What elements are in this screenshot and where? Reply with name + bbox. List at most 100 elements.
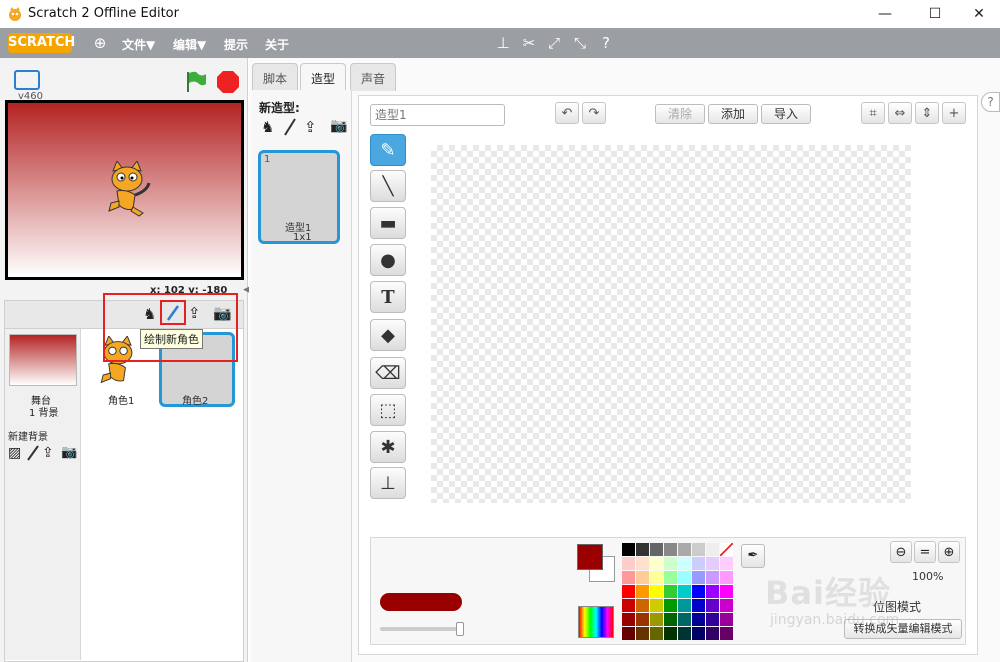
color-swatch[interactable]	[720, 571, 733, 584]
color-swatch[interactable]	[664, 543, 677, 556]
text-tool[interactable]: T	[370, 281, 406, 313]
flip-horizontal-icon[interactable]: ⇔	[888, 102, 912, 124]
color-swatch[interactable]	[678, 543, 691, 556]
shrink-icon[interactable]: ⤡	[571, 34, 589, 52]
color-swatch[interactable]	[692, 543, 705, 556]
color-swatch[interactable]	[678, 571, 691, 584]
color-swatch[interactable]	[678, 585, 691, 598]
import-button[interactable]: 导入	[761, 104, 811, 124]
fullscreen-icon[interactable]	[14, 70, 40, 90]
help-icon[interactable]: ?	[597, 34, 615, 52]
color-swatch[interactable]	[650, 613, 663, 626]
color-swatch[interactable]	[636, 599, 649, 612]
stage-thumbnail[interactable]	[9, 334, 77, 386]
color-swatch[interactable]	[664, 571, 677, 584]
zoom-out-icon[interactable]: ⊖	[890, 541, 912, 563]
upload-backdrop-icon[interactable]: ⇪	[42, 445, 54, 461]
color-swatch[interactable]	[706, 599, 719, 612]
color-swatch[interactable]	[706, 627, 719, 640]
color-swatch[interactable]	[678, 627, 691, 640]
maximize-button[interactable]: ☐	[912, 0, 958, 28]
stamp-tool[interactable]: ⊥	[370, 467, 406, 499]
tab-scripts[interactable]: 脚本	[252, 63, 299, 91]
slider-handle[interactable]	[456, 622, 464, 636]
brush-size-slider[interactable]	[380, 627, 462, 631]
color-swatch[interactable]	[692, 599, 705, 612]
select-tool[interactable]: ⬚	[370, 394, 406, 426]
color-swatch[interactable]	[622, 599, 635, 612]
upload-costume-icon[interactable]: ⇪	[304, 118, 317, 136]
color-swatch[interactable]	[664, 557, 677, 570]
color-swatch[interactable]	[706, 613, 719, 626]
globe-icon[interactable]: ⊕	[91, 34, 109, 52]
color-swatch[interactable]	[720, 599, 733, 612]
color-swatch[interactable]	[706, 585, 719, 598]
color-picker-spectrum[interactable]	[578, 606, 614, 638]
zoom-in-icon[interactable]: ⊕	[938, 541, 960, 563]
scratch-cat-sprite[interactable]	[103, 161, 151, 217]
stop-sign-icon[interactable]	[216, 70, 240, 94]
color-swatch[interactable]	[622, 627, 635, 640]
color-swatch[interactable]	[622, 543, 635, 556]
color-swatch[interactable]	[678, 557, 691, 570]
color-swatch[interactable]	[650, 585, 663, 598]
color-swatch[interactable]	[650, 557, 663, 570]
color-swatch[interactable]	[692, 585, 705, 598]
menu-edit[interactable]: 编辑▼	[173, 36, 206, 53]
backdrop-library-icon[interactable]: ▨	[8, 445, 21, 461]
scratch-logo[interactable]: SCRATCH	[8, 33, 75, 53]
drawing-canvas[interactable]	[431, 145, 911, 503]
flip-vertical-icon[interactable]: ⇕	[915, 102, 939, 124]
clear-button[interactable]: 清除	[655, 104, 705, 124]
color-swatch[interactable]	[622, 557, 635, 570]
color-swatch[interactable]	[706, 543, 719, 556]
zoom-reset-icon[interactable]: =	[914, 541, 936, 563]
color-swatch[interactable]	[692, 557, 705, 570]
color-swatch[interactable]	[650, 599, 663, 612]
transparent-swatch[interactable]	[720, 543, 733, 556]
color-swatch[interactable]	[706, 571, 719, 584]
fill-bucket-tool[interactable]: ◆	[370, 319, 406, 351]
undo-icon[interactable]: ↶	[555, 102, 579, 124]
color-swatch[interactable]	[636, 543, 649, 556]
color-swatch[interactable]	[720, 613, 733, 626]
tab-costumes[interactable]: 造型	[300, 63, 347, 91]
color-swatch[interactable]	[622, 585, 635, 598]
grow-icon[interactable]: ⤢	[545, 34, 563, 52]
color-swatch[interactable]	[636, 557, 649, 570]
color-swatch[interactable]	[664, 599, 677, 612]
crop-icon[interactable]: ⌗	[861, 102, 885, 124]
color-swatch[interactable]	[636, 627, 649, 640]
paint-new-backdrop-icon[interactable]	[26, 445, 40, 461]
color-swatch[interactable]	[678, 613, 691, 626]
color-swatch[interactable]	[650, 627, 663, 640]
color-swatch[interactable]	[622, 571, 635, 584]
green-flag-icon[interactable]	[184, 70, 208, 94]
delete-scissors-icon[interactable]: ✂	[520, 34, 538, 52]
costume-name-input[interactable]	[370, 104, 505, 126]
stage-canvas[interactable]	[5, 100, 244, 280]
costume-item[interactable]: 1 造型1 1x1	[258, 150, 340, 244]
camera-backdrop-icon[interactable]: 📷	[61, 445, 77, 460]
color-swatch[interactable]	[664, 627, 677, 640]
color-swatch[interactable]	[650, 571, 663, 584]
primary-color[interactable]	[577, 544, 603, 570]
color-swatch[interactable]	[720, 557, 733, 570]
color-swatch[interactable]	[650, 543, 663, 556]
color-swatch[interactable]	[720, 627, 733, 640]
color-swatch[interactable]	[692, 627, 705, 640]
color-swatch[interactable]	[692, 571, 705, 584]
costume-library-icon[interactable]: ♞	[261, 118, 274, 136]
set-center-icon[interactable]: +	[942, 102, 966, 124]
eyedropper-icon[interactable]: ✒	[741, 544, 765, 568]
color-swatch[interactable]	[636, 585, 649, 598]
color-swatch[interactable]	[664, 613, 677, 626]
color-swatch[interactable]	[720, 585, 733, 598]
line-tool[interactable]: ╲	[370, 170, 406, 202]
tab-sounds[interactable]: 声音	[350, 63, 397, 91]
minimize-button[interactable]: —	[862, 0, 908, 28]
rectangle-tool[interactable]: ▬	[370, 207, 406, 239]
color-swatch[interactable]	[706, 557, 719, 570]
duplicate-stamp-icon[interactable]: ⊥	[494, 34, 512, 52]
menu-about[interactable]: 关于	[265, 36, 289, 53]
